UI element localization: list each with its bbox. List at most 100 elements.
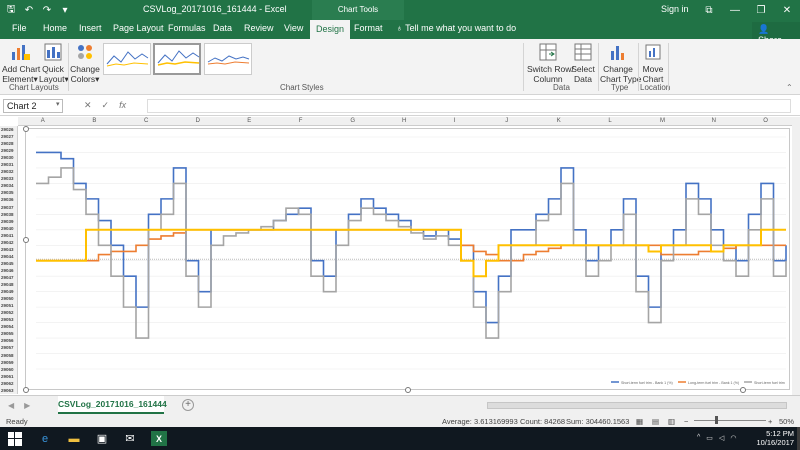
- row-header[interactable]: 29030: [0, 154, 17, 161]
- sheet-tab-csvlog[interactable]: CSVLog_20171016_161444: [58, 396, 167, 414]
- row-header[interactable]: 29041: [0, 232, 17, 239]
- column-header[interactable]: K: [557, 118, 561, 124]
- tab-formulas[interactable]: Formulas: [168, 23, 206, 33]
- name-box[interactable]: Chart 2: [3, 99, 63, 113]
- windows-start-icon[interactable]: [7, 431, 23, 446]
- row-header[interactable]: 29055: [0, 330, 17, 337]
- edge-browser-icon[interactable]: e: [37, 431, 53, 446]
- add-sheet-button[interactable]: +: [182, 399, 194, 411]
- column-header[interactable]: M: [660, 118, 665, 124]
- restore-icon[interactable]: ❐: [748, 0, 774, 20]
- tab-design[interactable]: Design: [310, 20, 351, 39]
- row-header[interactable]: 29046: [0, 267, 17, 274]
- column-header[interactable]: A: [41, 118, 45, 124]
- column-header[interactable]: E: [247, 118, 251, 124]
- row-header[interactable]: 29026: [0, 126, 17, 133]
- row-header[interactable]: 29039: [0, 218, 17, 225]
- chart-object[interactable]: Short-term fuel trim - Bank 1 (%) Long-te…: [23, 126, 790, 393]
- column-header[interactable]: J: [505, 118, 508, 124]
- sign-in-link[interactable]: Sign in: [661, 4, 689, 14]
- row-header[interactable]: 29063: [0, 387, 17, 394]
- column-header[interactable]: G: [350, 118, 355, 124]
- resize-handle-left[interactable]: [23, 237, 29, 243]
- row-header[interactable]: 29029: [0, 147, 17, 154]
- tray-chevron-icon[interactable]: ^: [697, 434, 700, 442]
- zoom-level[interactable]: 50%: [779, 417, 794, 426]
- row-header[interactable]: 29044: [0, 253, 17, 260]
- chart-style-3[interactable]: [204, 43, 252, 75]
- clock[interactable]: 5:12 PM 10/16/2017: [756, 429, 794, 447]
- resize-handle-top-left[interactable]: [23, 126, 29, 132]
- chart-style-1[interactable]: [103, 43, 151, 75]
- legend-entry[interactable]: Long-term fuel trim - Bank 1 (%): [688, 381, 739, 385]
- save-icon[interactable]: 🖫: [4, 3, 18, 17]
- select-data-button[interactable]: Select Data: [571, 42, 595, 84]
- row-header[interactable]: 29033: [0, 175, 17, 182]
- column-header[interactable]: B: [92, 118, 96, 124]
- tab-insert[interactable]: Insert: [79, 23, 102, 33]
- column-header[interactable]: D: [196, 118, 200, 124]
- undo-icon[interactable]: ↶: [22, 3, 36, 17]
- row-header[interactable]: 29056: [0, 337, 17, 344]
- row-header[interactable]: 29060: [0, 366, 17, 373]
- legend-entry[interactable]: Short-term fuel trim - Bank 1 (%): [621, 381, 673, 385]
- row-header[interactable]: 29054: [0, 323, 17, 330]
- column-header[interactable]: F: [299, 118, 303, 124]
- row-header[interactable]: 29040: [0, 225, 17, 232]
- row-header[interactable]: 29028: [0, 140, 17, 147]
- name-box-dropdown-icon[interactable]: ▾: [56, 100, 60, 108]
- legend-entry[interactable]: Short-term fuel trim: [754, 381, 785, 385]
- row-header[interactable]: 29061: [0, 373, 17, 380]
- volume-icon[interactable]: ◁: [719, 434, 724, 442]
- mail-icon[interactable]: ✉: [122, 431, 138, 446]
- zoom-in-icon[interactable]: +: [768, 417, 772, 426]
- row-header[interactable]: 29050: [0, 295, 17, 302]
- resize-handle-bottom[interactable]: [405, 387, 411, 393]
- tab-page-layout[interactable]: Page Layout: [113, 23, 164, 33]
- row-header[interactable]: 29042: [0, 239, 17, 246]
- redo-icon[interactable]: ↷: [40, 3, 54, 17]
- ribbon-display-icon[interactable]: ⧉: [696, 0, 722, 20]
- normal-view-icon[interactable]: ▦: [636, 417, 643, 426]
- column-header[interactable]: N: [712, 118, 716, 124]
- row-header[interactable]: 29058: [0, 352, 17, 359]
- tell-me-search[interactable]: ♁ Tell me what you want to do: [396, 23, 516, 33]
- zoom-slider[interactable]: [694, 420, 766, 421]
- row-header[interactable]: 29052: [0, 309, 17, 316]
- quick-layout-button[interactable]: Quick Layout▾: [39, 42, 69, 84]
- insert-function-icon[interactable]: fx: [119, 100, 126, 111]
- row-header[interactable]: 29051: [0, 302, 17, 309]
- column-header[interactable]: I: [454, 118, 456, 124]
- wifi-icon[interactable]: ◠: [730, 434, 736, 442]
- tab-home[interactable]: Home: [43, 23, 67, 33]
- tab-review[interactable]: Review: [244, 23, 274, 33]
- row-header[interactable]: 29043: [0, 246, 17, 253]
- cancel-icon[interactable]: ✕: [84, 100, 92, 111]
- excel-taskbar-icon[interactable]: X: [151, 431, 167, 446]
- row-header[interactable]: 29053: [0, 316, 17, 323]
- row-header[interactable]: 29048: [0, 281, 17, 288]
- tab-format[interactable]: Format: [354, 23, 383, 33]
- zoom-slider-thumb[interactable]: [715, 416, 718, 424]
- tab-view[interactable]: View: [284, 23, 303, 33]
- row-header[interactable]: 29045: [0, 260, 17, 267]
- store-icon[interactable]: ▣: [94, 431, 110, 446]
- column-header[interactable]: L: [608, 118, 611, 124]
- next-sheet-icon[interactable]: ▶: [24, 401, 30, 410]
- row-header[interactable]: 29035: [0, 189, 17, 196]
- move-chart-button[interactable]: Move Chart: [641, 42, 665, 84]
- vertical-scrollbar[interactable]: [792, 117, 800, 395]
- enter-icon[interactable]: ✓: [102, 100, 110, 111]
- formula-input[interactable]: [147, 99, 791, 113]
- chart-style-2[interactable]: [153, 43, 201, 75]
- page-break-view-icon[interactable]: ▥: [668, 417, 675, 426]
- column-header[interactable]: C: [144, 118, 148, 124]
- row-header[interactable]: 29057: [0, 344, 17, 351]
- tab-data[interactable]: Data: [213, 23, 232, 33]
- row-header[interactable]: 29049: [0, 288, 17, 295]
- zoom-out-icon[interactable]: −: [684, 417, 688, 426]
- change-colors-button[interactable]: Change Colors▾: [70, 42, 100, 84]
- series-line[interactable]: [36, 167, 787, 339]
- resize-handle-bottom-left[interactable]: [23, 387, 29, 393]
- change-chart-type-button[interactable]: Change Chart Type: [600, 42, 641, 84]
